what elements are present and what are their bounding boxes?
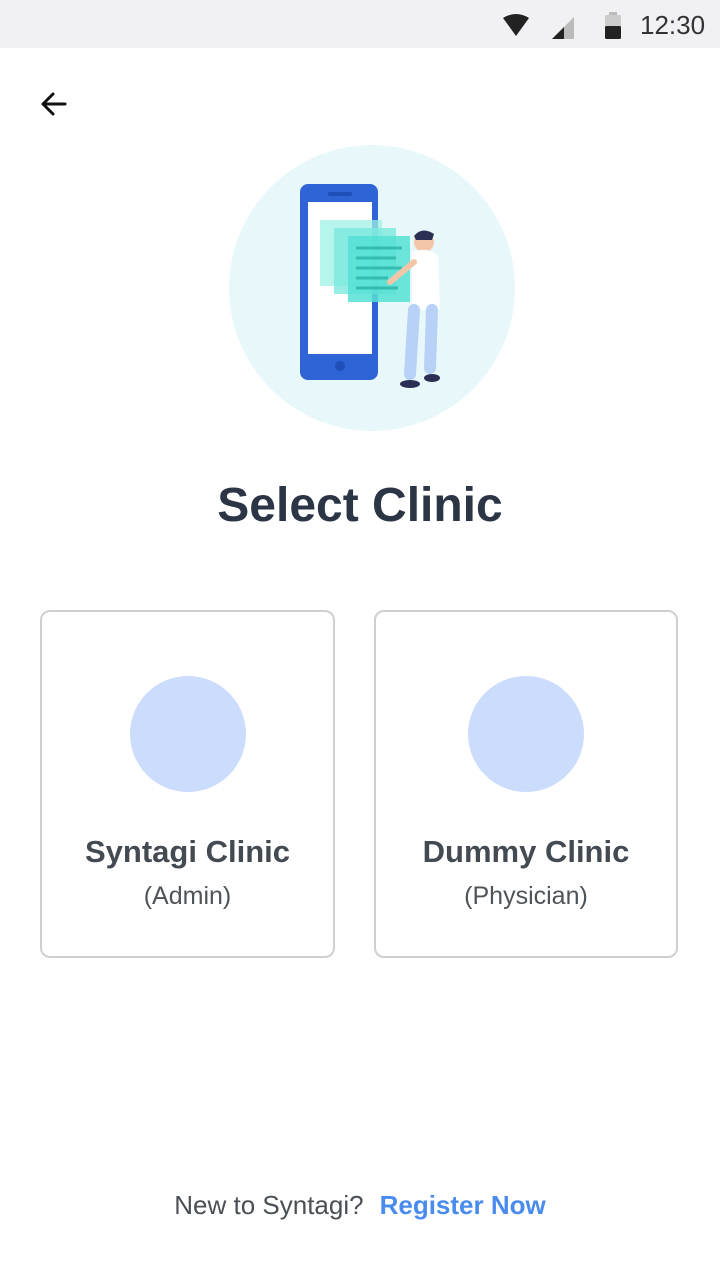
hero-illustration <box>228 144 516 432</box>
register-prompt-text: New to Syntagi? <box>174 1190 364 1220</box>
status-time: 12:30 <box>640 10 706 40</box>
wifi-icon <box>502 14 530 43</box>
clinic-avatar <box>129 676 246 792</box>
clinic-card-dummy[interactable]: Dummy Clinic (Physician) <box>374 610 678 958</box>
clinic-name: Syntagi Clinic <box>85 834 290 869</box>
battery-icon <box>604 12 622 45</box>
arrow-left-icon <box>38 88 70 125</box>
clinic-role: (Admin) <box>143 882 232 910</box>
register-now-link[interactable]: Register Now <box>380 1190 546 1220</box>
clinic-card-syntagi[interactable]: Syntagi Clinic (Admin) <box>40 610 335 958</box>
register-prompt: New to Syntagi? Register Now <box>0 1190 720 1221</box>
clinic-avatar <box>468 676 584 792</box>
signal-icon <box>550 14 576 45</box>
clinic-role: (Physician) <box>464 882 588 910</box>
back-button[interactable] <box>32 84 76 128</box>
clinic-name: Dummy Clinic <box>422 834 630 869</box>
page-title: Select Clinic <box>217 479 503 532</box>
status-bar: 12:30 <box>0 0 720 48</box>
